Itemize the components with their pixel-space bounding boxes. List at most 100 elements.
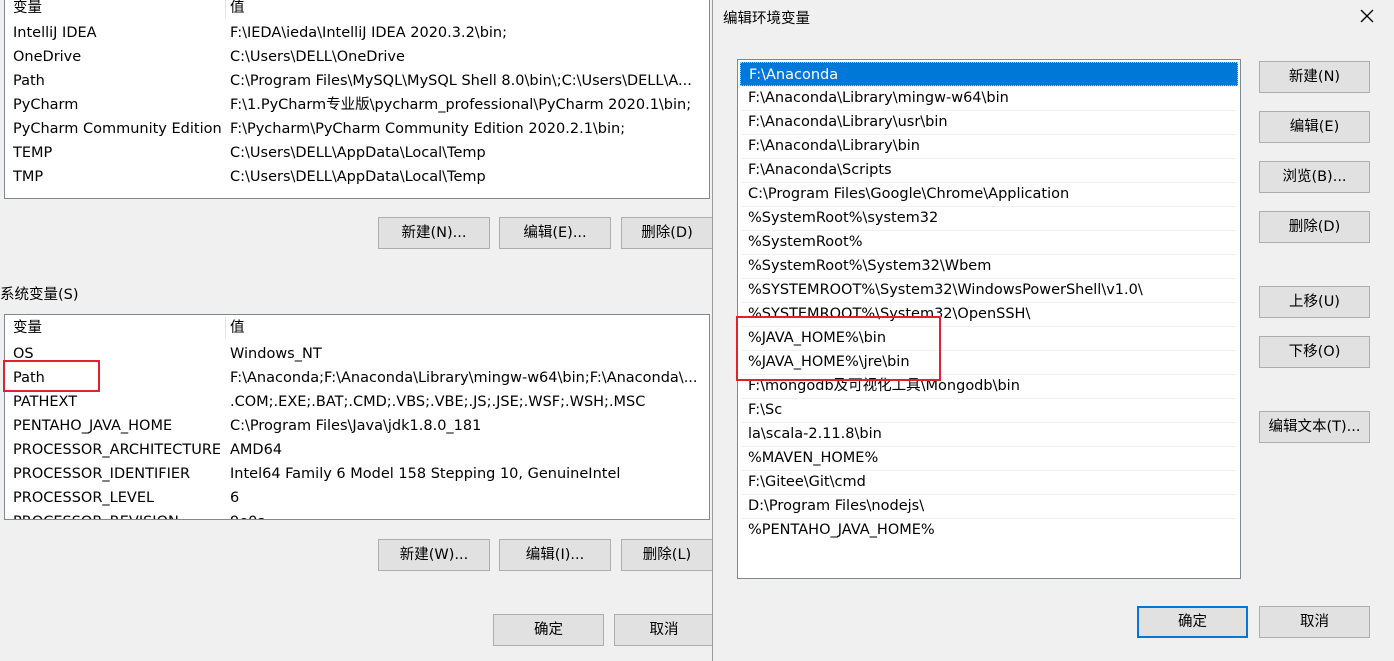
var-name: PROCESSOR_REVISION [13,510,227,519]
var-name: PROCESSOR_IDENTIFIER [13,466,191,482]
dialog-delete-button[interactable]: 删除(D) [1259,211,1370,243]
var-value: F:\Pycharm\PyCharm Community Edition 202… [230,121,626,137]
system-delete-button[interactable]: 删除(L) [621,539,713,571]
var-name: IntelliJ IDEA [13,25,97,41]
entry-separator [742,134,1236,135]
system-var-row[interactable]: PROCESSOR_LEVEL 6 [5,486,709,510]
user-var-row[interactable]: Path C:\Program Files\MySQL\MySQL Shell 8… [5,69,709,93]
ok-button[interactable]: 确定 [493,614,604,646]
path-entry[interactable]: %JAVA_HOME%\bin [740,326,1238,350]
var-value: C:\Program Files\Java\jdk1.8.0_181 [230,418,482,434]
path-entry[interactable]: %SystemRoot%\system32 [740,206,1238,230]
var-value: C:\Users\DELL\AppData\Local\Temp [230,145,486,161]
path-entry[interactable]: F:\Anaconda [740,62,1238,86]
system-var-row[interactable]: PROCESSOR_REVISION9e0a [5,510,709,519]
var-name: OneDrive [13,49,82,65]
var-value: C:\Program Files\MySQL\MySQL Shell 8.0\b… [230,73,692,89]
var-value: C:\Users\DELL\AppData\Local\Temp [230,169,486,185]
user-vars-header-value[interactable]: 值 [230,0,245,21]
system-var-row[interactable]: PROCESSOR_ARCHITECTURE AMD64 [5,438,709,462]
path-entry[interactable]: F:\mongodb及可视化工具\Mongodb\bin [740,374,1238,398]
user-new-button[interactable]: 新建(N)... [378,217,490,249]
path-entry[interactable]: D:\Program Files\nodejs\ [740,494,1238,518]
user-var-row[interactable]: TEMP C:\Users\DELL\AppData\Local\Temp [5,141,709,165]
dialog-new-button[interactable]: 新建(N) [1259,61,1370,93]
path-entry[interactable]: F:\Sc [740,398,1238,422]
var-name: TEMP [13,145,53,161]
path-entry[interactable]: la\scala-2.11.8\bin [740,422,1238,446]
path-entry[interactable]: F:\Anaconda\Scripts [740,158,1238,182]
entry-separator [742,374,1236,375]
var-value: F:\1.PyCharm专业版\pycharm_professional\PyC… [230,97,692,113]
dialog-edit-button[interactable]: 编辑(E) [1259,111,1370,143]
system-var-row[interactable]: OS Windows_NT [5,342,709,366]
user-var-row[interactable]: IntelliJ IDEA F:\IEDA\ieda\IntelliJ IDEA … [5,21,709,45]
path-entry[interactable]: C:\Program Files\Google\Chrome\Applicati… [740,182,1238,206]
header-divider[interactable] [225,317,226,339]
var-name: PyCharm [13,97,79,113]
system-var-row[interactable]: PATHEXT .COM;.EXE;.BAT;.CMD;.VBS;.VBE;.JS… [5,390,709,414]
path-entries-list[interactable]: F:\Anaconda F:\Anaconda\Library\mingw-w64… [737,59,1241,579]
var-name: PATHEXT [13,394,78,410]
entry-separator [742,110,1236,111]
path-entry[interactable]: %JAVA_HOME%\jre\bin [740,350,1238,374]
path-entry[interactable]: F:\Gitee\Git\cmd [740,470,1238,494]
entry-separator [742,494,1236,495]
user-var-row[interactable]: PyCharm F:\1.PyCharm专业版\pycharm_professio… [5,93,709,117]
var-name: Path [13,73,45,89]
path-entry[interactable]: F:\Anaconda\Library\mingw-w64\bin [740,86,1238,110]
system-vars-header-value[interactable]: 值 [230,317,245,341]
path-entry[interactable]: F:\Anaconda\Library\bin [740,134,1238,158]
var-value: 9e0a [230,510,706,519]
dialog-edit-text-button[interactable]: 编辑文本(T)... [1259,411,1370,443]
user-var-row[interactable]: PyCharm Community Edition F:\Pycharm\PyCh… [5,117,709,141]
cancel-button[interactable]: 取消 [614,614,714,646]
entry-separator [742,470,1236,471]
system-new-button[interactable]: 新建(W)... [378,539,490,571]
path-entry[interactable]: %SYSTEMROOT%\System32\OpenSSH\ [740,302,1238,326]
var-value: Windows_NT [230,346,322,362]
entry-separator [742,158,1236,159]
user-vars-list[interactable]: 变量 值 IntelliJ IDEA F:\IEDA\ieda\IntelliJ … [4,0,710,199]
var-name: PyCharm Community Edition [13,121,222,137]
dialog-move-up-button[interactable]: 上移(U) [1259,286,1370,318]
path-entry[interactable]: %MAVEN_HOME% [740,446,1238,470]
system-var-row[interactable]: PENTAHO_JAVA_HOME C:\Program Files\Java\j… [5,414,709,438]
system-vars-header-name[interactable]: 变量 [13,317,42,341]
var-name: PROCESSOR_ARCHITECTURE [13,442,222,458]
var-value: F:\IEDA\ieda\IntelliJ IDEA 2020.3.2\bin; [230,25,508,41]
dialog-cancel-button[interactable]: 取消 [1259,606,1370,638]
var-name: TMP [13,169,44,185]
path-entry[interactable]: F:\Anaconda\Library\usr\bin [740,110,1238,134]
var-value: Intel64 Family 6 Model 158 Stepping 10, … [230,466,621,482]
path-entry[interactable]: %SYSTEMROOT%\System32\WindowsPowerShell\… [740,278,1238,302]
system-var-row[interactable]: PROCESSOR_IDENTIFIER Intel64 Family 6 Mod… [5,462,709,486]
user-var-row[interactable]: OneDrive C:\Users\DELL\OneDrive [5,45,709,69]
system-vars-list[interactable]: 变量 值 OS Windows_NT Path F:\Anaconda;F:\Anac… [4,314,710,520]
entry-separator [742,518,1236,519]
entry-separator [742,206,1236,207]
var-name: OS [13,346,34,362]
user-vars-header-name[interactable]: 变量 [13,0,42,21]
header-divider[interactable] [225,0,226,19]
var-value: F:\Anaconda;F:\Anaconda\Library\mingw-w6… [230,370,698,386]
path-entry[interactable]: %SystemRoot% [740,230,1238,254]
close-icon[interactable] [1353,2,1381,30]
var-name: PENTAHO_JAVA_HOME [13,418,173,434]
path-entry[interactable]: %SystemRoot%\System32\Wbem [740,254,1238,278]
var-name: PROCESSOR_LEVEL [13,490,155,506]
user-delete-button[interactable]: 删除(D) [621,217,713,249]
system-var-row[interactable]: Path F:\Anaconda;F:\Anaconda\Library\ming… [5,366,709,390]
dialog-move-down-button[interactable]: 下移(O) [1259,336,1370,368]
system-vars-label: 系统变量(S) [0,287,79,303]
user-edit-button[interactable]: 编辑(E)... [499,217,611,249]
path-entry[interactable]: %PENTAHO_JAVA_HOME% [740,518,1238,542]
entry-separator [742,326,1236,327]
dialog-browse-button[interactable]: 浏览(B)... [1259,161,1370,193]
var-value: 6 [230,490,240,506]
dialog-ok-button[interactable]: 确定 [1137,606,1248,638]
entry-separator [742,86,1236,87]
entry-separator [742,422,1236,423]
user-var-row[interactable]: TMP C:\Users\DELL\AppData\Local\Temp [5,165,709,189]
system-edit-button[interactable]: 编辑(I)... [499,539,611,571]
